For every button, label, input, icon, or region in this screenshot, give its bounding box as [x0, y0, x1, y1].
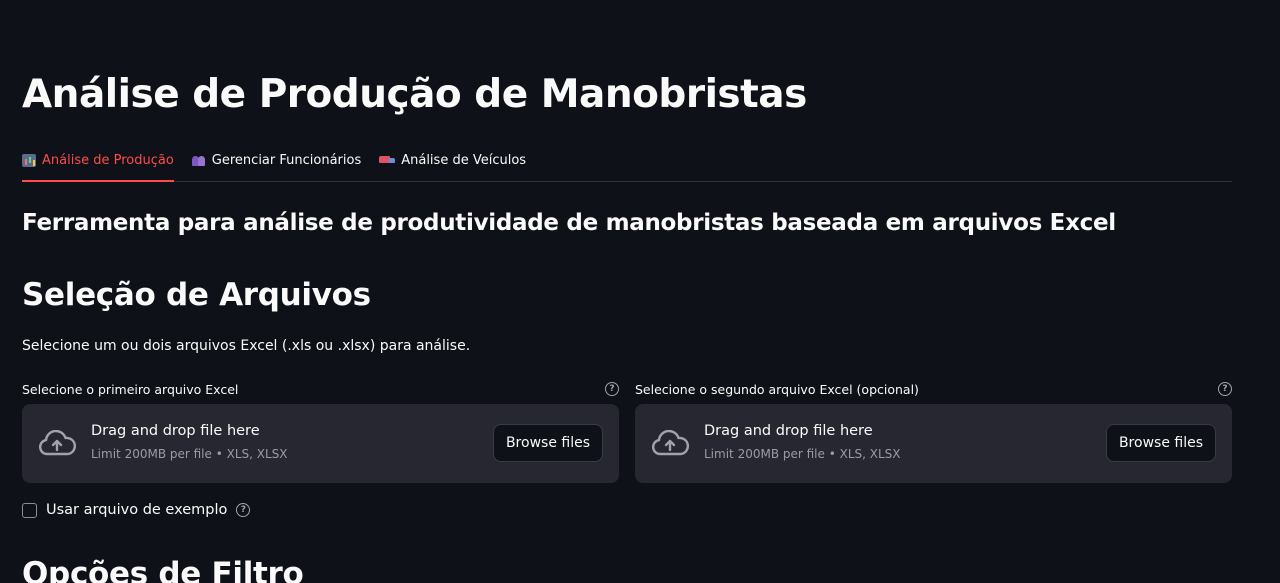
- file-dropzone[interactable]: Drag and drop file here Limit 200MB per …: [635, 404, 1232, 483]
- page-subtitle: Ferramenta para análise de produtividade…: [22, 210, 1116, 236]
- file-dropzone[interactable]: Drag and drop file here Limit 200MB per …: [22, 404, 619, 483]
- help-icon[interactable]: ?: [1218, 382, 1232, 396]
- dropzone-instruction: Drag and drop file here: [91, 423, 260, 439]
- uploader-label-row: Selecione o segundo arquivo Excel (opcio…: [635, 379, 1232, 399]
- people-icon: [191, 154, 206, 166]
- help-icon[interactable]: ?: [605, 382, 619, 396]
- help-icon[interactable]: ?: [236, 503, 251, 517]
- cloud-upload-icon: [38, 430, 76, 456]
- example-file-checkbox[interactable]: [22, 502, 37, 518]
- tab-label: Gerenciar Funcionários: [211, 152, 362, 168]
- tab-gerenciar-funcionarios[interactable]: Gerenciar Funcionários: [191, 140, 362, 180]
- file-uploader-second: Selecione o segundo arquivo Excel (opcio…: [635, 379, 1232, 483]
- example-file-label[interactable]: Usar arquivo de exemplo: [46, 502, 227, 518]
- app-page: Análise de Produção de Manobristas Análi…: [0, 0, 1280, 583]
- cloud-upload-icon: [651, 430, 689, 456]
- file-uploader-first: Selecione o primeiro arquivo Excel ? Dra…: [22, 379, 619, 483]
- truck-icon: [379, 155, 396, 165]
- filter-options-heading: Opções de Filtro: [22, 556, 304, 583]
- tab-label: Análise de Produção: [42, 152, 174, 168]
- example-file-option: Usar arquivo de exemplo ?: [22, 502, 251, 518]
- dropzone-limit: Limit 200MB per file • XLS, XLSX: [91, 447, 288, 461]
- page-title: Análise de Produção de Manobristas: [22, 72, 807, 117]
- browse-files-button[interactable]: Browse files: [492, 424, 603, 462]
- bar-chart-icon: [22, 153, 36, 167]
- dropzone-limit: Limit 200MB per file • XLS, XLSX: [704, 447, 901, 461]
- browse-files-button[interactable]: Browse files: [1105, 424, 1216, 462]
- tab-label: Análise de Veículos: [401, 152, 527, 168]
- file-selection-heading: Seleção de Arquivos: [22, 277, 371, 313]
- tab-bar: Análise de Produção Gerenciar Funcionári…: [22, 140, 1232, 182]
- dropzone-text: Drag and drop file here Limit 200MB per …: [91, 423, 288, 461]
- uploader-label: Selecione o segundo arquivo Excel (opcio…: [635, 381, 919, 397]
- uploader-label-row: Selecione o primeiro arquivo Excel ?: [22, 379, 619, 399]
- tab-analise-veiculos[interactable]: Análise de Veículos: [379, 140, 526, 180]
- file-selection-description: Selecione um ou dois arquivos Excel (.xl…: [22, 338, 471, 354]
- dropzone-text: Drag and drop file here Limit 200MB per …: [704, 423, 901, 461]
- uploader-label: Selecione o primeiro arquivo Excel: [22, 381, 239, 397]
- tab-analise-producao[interactable]: Análise de Produção: [22, 140, 174, 182]
- dropzone-instruction: Drag and drop file here: [704, 423, 873, 439]
